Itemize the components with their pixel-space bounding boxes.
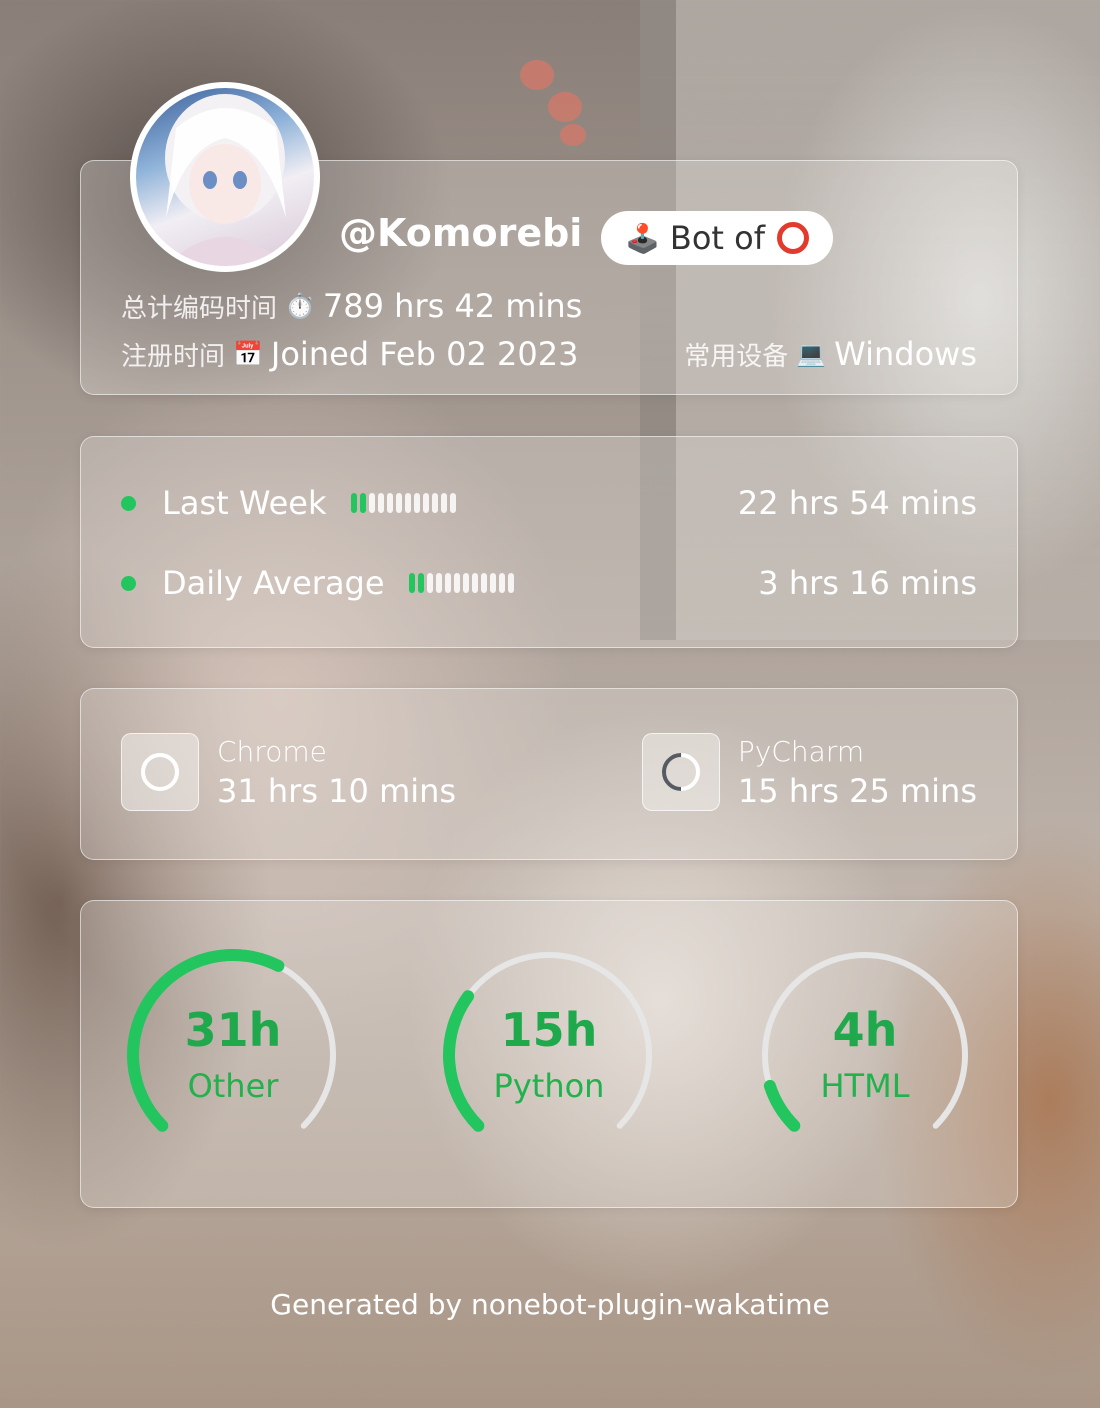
calendar-icon: 📅 bbox=[233, 340, 263, 368]
weekly-stats-card: Last Week 22 hrs 54 mins Daily Average 3… bbox=[80, 436, 1018, 648]
bar-segment bbox=[404, 493, 411, 513]
languages-card: 31h Other 15h Python 4h HTML bbox=[80, 900, 1018, 1208]
bar-segment bbox=[489, 573, 496, 593]
bar-segment bbox=[435, 573, 442, 593]
editor-name: Chrome bbox=[217, 734, 327, 768]
editors-card: Chrome 31 hrs 10 mins PyCharm 15 hrs 25 … bbox=[80, 688, 1018, 860]
bar-segment bbox=[359, 493, 366, 513]
avatar-image bbox=[136, 88, 314, 266]
common-device: 常用设备 💻 Windows bbox=[684, 335, 977, 373]
progress-ring-icon bbox=[641, 733, 720, 811]
language-gauge-html: 4h HTML bbox=[755, 945, 975, 1145]
language-hours: 15h bbox=[500, 1003, 598, 1057]
language-gauge-other: 31h Other bbox=[123, 945, 343, 1145]
pycharm-ring bbox=[661, 753, 700, 791]
total-coding-time-value: 789 hrs 42 mins bbox=[322, 287, 583, 325]
join-date-label: 注册时间 bbox=[121, 341, 226, 372]
last-week-label: Last Week bbox=[162, 484, 327, 522]
status-dot-icon bbox=[121, 575, 136, 591]
language-hours: 31h bbox=[184, 1003, 282, 1057]
bar-segment bbox=[507, 573, 514, 593]
common-device-label: 常用设备 bbox=[684, 341, 789, 372]
avatar bbox=[130, 82, 320, 272]
editor-chrome: Chrome 31 hrs 10 mins bbox=[121, 733, 456, 811]
join-date: 注册时间 📅 Joined Feb 02 2023 bbox=[121, 335, 578, 373]
bar-segment bbox=[413, 493, 420, 513]
language-gauge-python: 15h Python bbox=[439, 945, 659, 1145]
bar-segment bbox=[368, 493, 375, 513]
editor-time: 15 hrs 25 mins bbox=[737, 771, 977, 810]
background-blossom bbox=[520, 60, 554, 90]
bar-segment bbox=[431, 493, 438, 513]
background-blossom bbox=[560, 124, 586, 146]
bar-segment bbox=[462, 573, 469, 593]
bot-badge: 🕹️ Bot of bbox=[601, 211, 833, 265]
join-date-value: Joined Feb 02 2023 bbox=[270, 335, 579, 373]
joystick-icon: 🕹️ bbox=[625, 221, 660, 255]
daily-average-row: Daily Average 3 hrs 16 mins bbox=[121, 563, 977, 603]
bar-segment bbox=[408, 573, 415, 593]
bar-segment bbox=[395, 493, 402, 513]
background-blossom bbox=[548, 92, 582, 122]
bar-segment bbox=[449, 493, 456, 513]
bar-segment bbox=[498, 573, 505, 593]
bar-segment bbox=[426, 573, 433, 593]
bar-segment bbox=[422, 493, 429, 513]
bar-segment bbox=[417, 573, 424, 593]
total-coding-time-label: 总计编码时间 bbox=[121, 293, 278, 324]
language-hours: 4h bbox=[832, 1003, 898, 1057]
total-coding-time: 总计编码时间 ⏱️ 789 hrs 42 mins bbox=[121, 287, 582, 325]
bar-segment bbox=[377, 493, 384, 513]
status-dot-icon bbox=[121, 495, 136, 511]
bar-segment bbox=[453, 573, 460, 593]
bar-segment bbox=[350, 493, 357, 513]
bar-segment bbox=[386, 493, 393, 513]
daily-average-label: Daily Average bbox=[162, 564, 385, 602]
editor-time: 31 hrs 10 mins bbox=[217, 771, 457, 810]
bar-segment bbox=[471, 573, 478, 593]
language-name: Other bbox=[187, 1067, 279, 1105]
stopwatch-icon: ⏱️ bbox=[285, 292, 315, 320]
common-device-value: Windows bbox=[834, 335, 977, 373]
editor-pycharm: PyCharm 15 hrs 25 mins bbox=[641, 733, 977, 811]
chrome-ring bbox=[141, 753, 179, 791]
username: @Komorebi bbox=[339, 211, 583, 255]
bar-segment bbox=[440, 493, 447, 513]
language-name: HTML bbox=[820, 1067, 910, 1105]
language-name: Python bbox=[493, 1067, 605, 1105]
footer-credit: Generated by nonebot-plugin-wakatime bbox=[270, 1288, 830, 1321]
last-week-value: 22 hrs 54 mins bbox=[737, 484, 977, 522]
bar-segment bbox=[480, 573, 487, 593]
progress-ring-icon bbox=[121, 733, 199, 811]
editor-name: PyCharm bbox=[737, 734, 865, 768]
laptop-icon: 💻 bbox=[796, 340, 827, 368]
bar-segment bbox=[444, 573, 451, 593]
red-circle-icon bbox=[776, 222, 809, 254]
daily-average-value: 3 hrs 16 mins bbox=[758, 564, 977, 602]
last-week-bar bbox=[350, 493, 456, 513]
daily-average-bar bbox=[408, 573, 514, 593]
bot-badge-label: Bot of bbox=[669, 219, 765, 257]
last-week-row: Last Week 22 hrs 54 mins bbox=[121, 483, 977, 523]
